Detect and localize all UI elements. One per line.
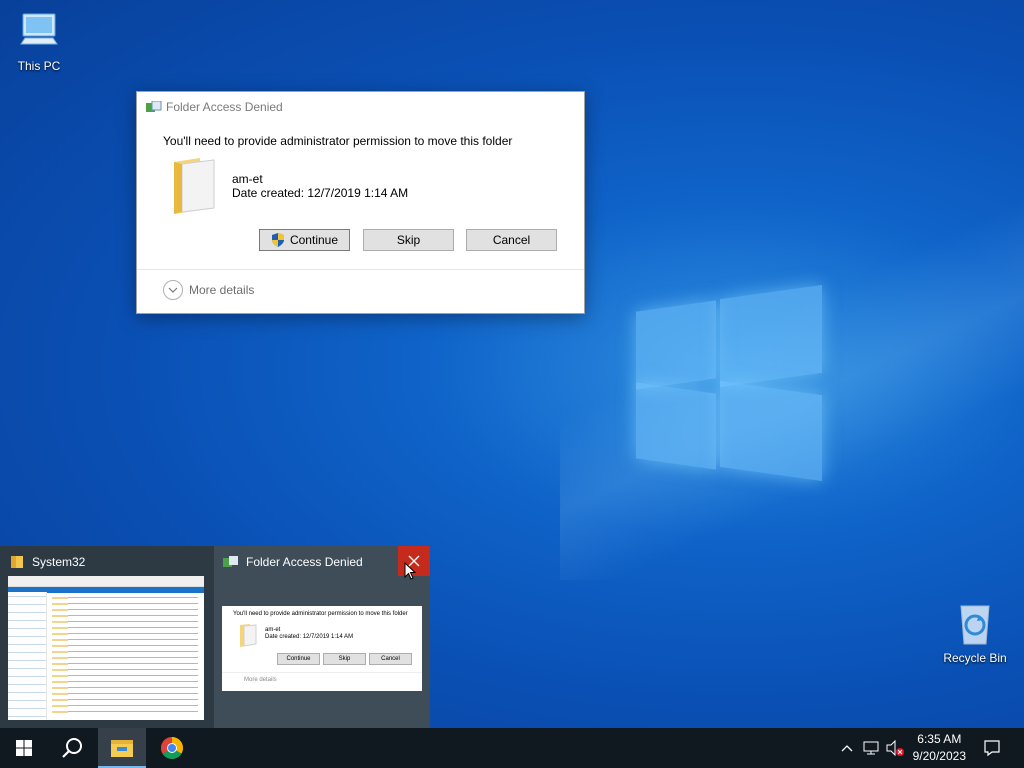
volume-tray-button[interactable] — [884, 728, 906, 768]
dialog-preview: You'll need to provide administrator per… — [222, 606, 422, 691]
dialog-message: You'll need to provide administrator per… — [163, 134, 513, 148]
skip-button[interactable]: Skip — [363, 229, 454, 251]
desktop-icon-label: Recycle Bin — [943, 651, 1007, 665]
start-icon — [16, 740, 32, 756]
file-move-icon — [146, 101, 162, 112]
start-button[interactable] — [0, 728, 48, 768]
thumbnail-title: Folder Access Denied — [223, 555, 363, 569]
folder-access-denied-dialog: Folder Access Denied You'll need to prov… — [136, 91, 585, 314]
preview-more-details: More details — [244, 677, 277, 683]
this-pc-icon — [20, 13, 58, 45]
thumbnail-title-text: System32 — [32, 555, 86, 569]
item-date-created: Date created: 12/7/2019 1:14 AM — [232, 186, 409, 200]
preview-cancel-button: Cancel — [369, 653, 412, 665]
file-move-icon — [223, 556, 238, 567]
thumbnail-title-text: Folder Access Denied — [246, 555, 363, 569]
windows-wallpaper-logo — [636, 284, 824, 482]
chevron-up-icon — [841, 745, 853, 752]
preview-message: You'll need to provide administrator per… — [233, 611, 408, 617]
clock-date: 9/20/2023 — [912, 749, 966, 763]
volume-muted-icon — [886, 740, 904, 756]
preview-continue-button: Continue — [277, 653, 320, 665]
continue-button-label: Continue — [289, 233, 339, 247]
action-center-button[interactable] — [980, 728, 1004, 768]
taskbar-thumbnail-flyout: System32 Folder Access Denied You'll nee… — [0, 546, 430, 728]
show-hidden-icons-button[interactable] — [838, 728, 856, 768]
divider — [137, 269, 584, 270]
cancel-button[interactable]: Cancel — [466, 229, 557, 251]
chevron-down-icon — [163, 280, 183, 300]
network-tray-button[interactable] — [860, 728, 882, 768]
more-details-toggle[interactable]: More details — [163, 280, 254, 300]
preview-skip-button: Skip — [323, 653, 366, 665]
mouse-cursor-icon — [404, 562, 416, 580]
network-icon — [863, 741, 879, 755]
recycle-bin-icon — [960, 605, 990, 645]
taskbar: 6:35 AM 9/20/2023 — [0, 728, 1024, 768]
folder-icon — [240, 624, 257, 647]
preview-item-date: Date created: 12/7/2019 1:14 AM — [265, 634, 354, 640]
folder-icon — [174, 158, 215, 214]
search-button[interactable] — [48, 728, 96, 768]
taskbar-clock[interactable]: 6:35 AM 9/20/2023 — [913, 731, 966, 765]
file-explorer-taskbar-button[interactable] — [98, 728, 146, 768]
desktop-icon-recycle-bin[interactable]: Recycle Bin — [937, 600, 1013, 665]
uac-shield-icon — [271, 233, 284, 247]
chrome-taskbar-button[interactable] — [148, 728, 196, 768]
clock-time: 6:35 AM — [917, 732, 962, 746]
folder-icon — [11, 556, 23, 568]
dialog-title: Folder Access Denied — [166, 100, 283, 114]
desktop-icon-this-pc[interactable]: This PC — [1, 10, 77, 73]
continue-button[interactable]: Continue — [259, 229, 350, 251]
explorer-preview — [8, 576, 204, 720]
chrome-icon — [161, 737, 183, 759]
notification-icon — [984, 740, 1000, 757]
item-name: am-et — [232, 172, 263, 186]
more-details-label: More details — [189, 283, 255, 297]
thumbnail-system32[interactable]: System32 — [0, 546, 214, 728]
search-icon — [62, 738, 82, 758]
thumbnail-title: System32 — [10, 555, 85, 569]
file-explorer-icon — [111, 740, 133, 757]
preview-item-name: am-et — [265, 627, 281, 633]
desktop-icon-label: This PC — [17, 59, 61, 73]
